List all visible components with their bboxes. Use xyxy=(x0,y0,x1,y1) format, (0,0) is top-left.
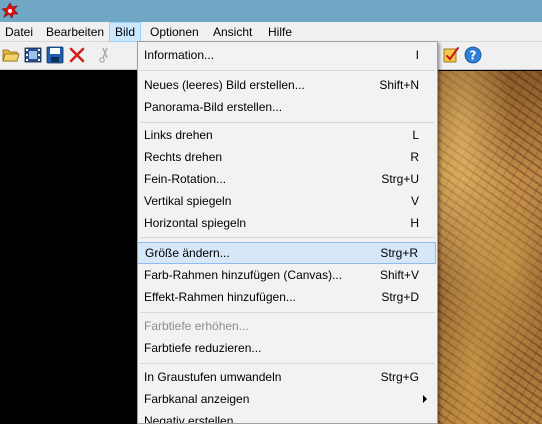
menu-item-shortcut: Strg+D xyxy=(381,290,419,304)
menu-item-label: Rechts drehen xyxy=(144,150,223,164)
menu-item-increase-color-depth[interactable]: Farbtiefe erhöhen... xyxy=(138,315,437,337)
menu-item-label: In Graustufen umwandeln xyxy=(144,370,282,384)
menu-hilfe[interactable]: Hilfe xyxy=(263,22,297,42)
bild-dropdown-menu: Information... I Neues (leeres) Bild ers… xyxy=(137,41,438,424)
menu-item-fine-rotation[interactable]: Fein-Rotation... Strg+U xyxy=(138,168,437,190)
menu-item-label: Farbtiefe reduzieren... xyxy=(144,341,262,355)
filmstrip-icon[interactable] xyxy=(24,46,42,64)
menu-bar: Datei Bearbeiten Bild Optionen Ansicht H… xyxy=(0,22,542,42)
menu-separator xyxy=(140,237,435,238)
menu-item-panorama[interactable]: Panorama-Bild erstellen... xyxy=(138,96,437,118)
menu-item-shortcut: Strg+G xyxy=(380,370,419,384)
menu-datei-label: Datei xyxy=(5,25,34,39)
menu-item-add-color-border[interactable]: Farb-Rahmen hinzufügen (Canvas)... Shift… xyxy=(138,264,437,286)
delete-x-icon[interactable] xyxy=(68,46,86,64)
help-question-icon[interactable]: ? xyxy=(464,46,482,64)
menu-item-label: Horizontal spiegeln xyxy=(144,216,247,230)
menu-item-label: Farbkanal anzeigen xyxy=(144,392,250,406)
menu-item-shortcut: Strg+R xyxy=(380,246,418,260)
menu-item-shortcut: H xyxy=(410,216,419,230)
menu-item-label: Neues (leeres) Bild erstellen... xyxy=(144,78,305,92)
menu-optionen[interactable]: Optionen xyxy=(145,22,204,42)
cut-icon[interactable] xyxy=(96,46,114,64)
menu-bearbeiten-label: Bearbeiten xyxy=(46,25,105,39)
menu-item-reduce-color-depth[interactable]: Farbtiefe reduzieren... xyxy=(138,337,437,359)
menu-item-show-color-channel[interactable]: Farbkanal anzeigen xyxy=(138,388,437,410)
menu-item-label: Information... xyxy=(144,48,215,62)
menu-ansicht-label: Ansicht xyxy=(213,25,253,39)
menu-item-label: Effekt-Rahmen hinzufügen... xyxy=(144,290,296,304)
menu-item-shortcut: L xyxy=(412,128,419,142)
menu-separator xyxy=(140,70,435,71)
menu-item-add-effect-border[interactable]: Effekt-Rahmen hinzufügen... Strg+D xyxy=(138,286,437,308)
save-disk-icon[interactable] xyxy=(46,46,64,64)
app-logo-icon[interactable] xyxy=(2,2,18,19)
menu-bearbeiten[interactable]: Bearbeiten xyxy=(41,22,109,42)
menu-item-new-image[interactable]: Neues (leeres) Bild erstellen... Shift+N xyxy=(138,74,437,96)
menu-item-label: Negativ erstellen xyxy=(144,414,234,424)
menu-item-shortcut: Shift+V xyxy=(379,268,419,282)
menu-item-shortcut: Shift+N xyxy=(379,78,419,92)
menu-item-label: Farbtiefe erhöhen... xyxy=(144,319,249,333)
menu-separator xyxy=(140,122,435,123)
menu-item-resize[interactable]: Größe ändern... Strg+R xyxy=(138,242,436,264)
menu-item-flip-vertical[interactable]: Vertikal spiegeln V xyxy=(138,190,437,212)
menu-item-label: Farb-Rahmen hinzufügen (Canvas)... xyxy=(144,268,343,282)
menu-item-shortcut: V xyxy=(410,194,419,208)
menu-bild[interactable]: Bild xyxy=(109,22,142,42)
menu-item-label: Links drehen xyxy=(144,128,213,142)
menu-item-grayscale[interactable]: In Graustufen umwandeln Strg+G xyxy=(138,366,437,388)
submenu-arrow-icon xyxy=(423,395,427,403)
menu-item-label: Größe ändern... xyxy=(145,246,230,260)
menu-item-rotate-left[interactable]: Links drehen L xyxy=(138,124,437,146)
menu-optionen-label: Optionen xyxy=(150,25,199,39)
open-folder-icon[interactable] xyxy=(2,46,20,64)
edit-checklist-icon[interactable] xyxy=(442,46,460,64)
menu-item-shortcut: I xyxy=(415,48,419,62)
title-bar xyxy=(0,0,542,22)
menu-item-label: Vertikal spiegeln xyxy=(144,194,232,208)
menu-hilfe-label: Hilfe xyxy=(268,25,293,39)
displayed-image xyxy=(428,71,542,424)
menu-bild-label: Bild xyxy=(115,25,136,39)
menu-item-create-negative[interactable]: Negativ erstellen xyxy=(138,410,437,424)
menu-item-shortcut: R xyxy=(410,150,419,164)
menu-separator xyxy=(140,363,435,364)
menu-item-label: Panorama-Bild erstellen... xyxy=(144,100,283,114)
menu-ansicht[interactable]: Ansicht xyxy=(208,22,257,42)
menu-item-flip-horizontal[interactable]: Horizontal spiegeln H xyxy=(138,212,437,234)
menu-datei[interactable]: Datei xyxy=(0,22,38,42)
menu-item-information[interactable]: Information... I xyxy=(138,44,437,66)
menu-item-shortcut: Strg+U xyxy=(381,172,419,186)
menu-item-rotate-right[interactable]: Rechts drehen R xyxy=(138,146,437,168)
menu-separator xyxy=(140,312,435,313)
svg-text:?: ? xyxy=(470,49,477,63)
menu-item-label: Fein-Rotation... xyxy=(144,172,227,186)
